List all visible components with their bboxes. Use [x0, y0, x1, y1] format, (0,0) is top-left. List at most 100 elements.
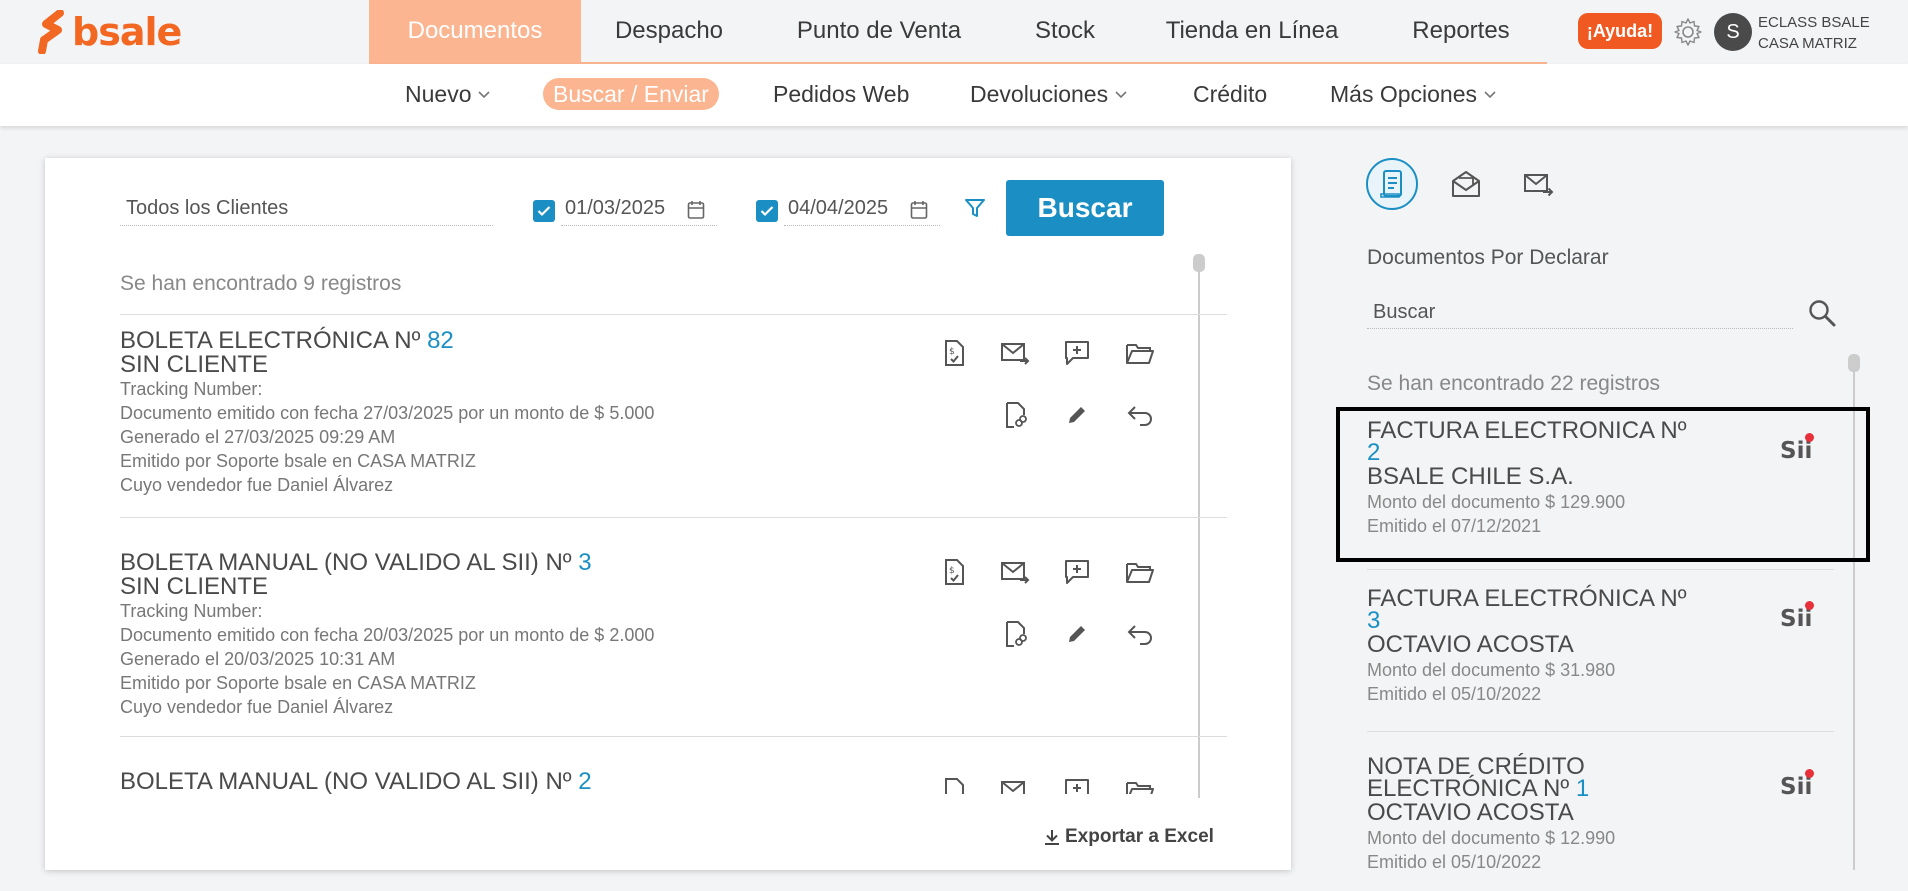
right-document-date: Emitido el 05/10/2022 — [1367, 684, 1542, 704]
download-icon — [1045, 830, 1059, 845]
sii-status-icon[interactable]: Sii — [1780, 606, 1812, 632]
main-nav-reportes[interactable]: Reportes — [1375, 0, 1547, 62]
user-account-name[interactable]: ECLASS BSALE CASA MATRIZ — [1758, 12, 1870, 54]
calendar-icon[interactable] — [687, 200, 705, 220]
selection-highlight — [1336, 407, 1870, 562]
client-filter-field[interactable]: Todos los Clientes — [120, 192, 493, 226]
date-from-value: 01/03/2025 — [565, 197, 666, 219]
tab-documentos-por-declarar[interactable] — [1366, 158, 1418, 210]
sii-status-icon[interactable]: Sii — [1780, 774, 1812, 800]
date-to-field[interactable]: 04/04/2025 — [784, 192, 940, 226]
list-item[interactable]: BOLETA MANUAL (NO VALIDO AL SII) Nº 3 SI… — [120, 517, 1227, 737]
add-comment-icon[interactable] — [1061, 556, 1093, 588]
bsale-logo[interactable]: bsale — [38, 10, 182, 54]
date-to-value: 04/04/2025 — [788, 197, 889, 219]
main-nav-documentos[interactable]: Documentos — [369, 0, 581, 62]
main-nav: Documentos Despacho Punto de Venta Stock… — [369, 0, 1547, 64]
sub-nav: Nuevo Buscar / Enviar Pedidos Web Devolu… — [0, 64, 1908, 126]
date-from-checkbox[interactable] — [533, 200, 555, 222]
send-email-icon[interactable] — [999, 775, 1031, 794]
results-list: BOLETA ELECTRÓNICA Nº 82 SIN CLIENTE Tra… — [120, 314, 1227, 794]
undo-return-icon[interactable] — [1124, 618, 1156, 650]
main-nav-punto-de-venta[interactable]: Punto de Venta — [757, 0, 1001, 62]
add-comment-icon[interactable] — [1061, 775, 1093, 794]
export-excel-label: Exportar a Excel — [1065, 826, 1214, 847]
right-panel-title: Documentos Por Declarar — [1367, 246, 1609, 269]
document-number[interactable]: 82 — [427, 327, 454, 354]
document-link-icon[interactable] — [999, 618, 1031, 650]
subnav-nuevo-label: Nuevo — [405, 80, 472, 107]
right-document-number[interactable]: 1 — [1576, 775, 1589, 802]
list-item[interactable]: FACTURA ELECTRÓNICA Nº 3 OCTAVIO ACOSTA … — [1367, 585, 1834, 706]
tab-sent-mail[interactable] — [1512, 158, 1564, 210]
subnav-devoluciones[interactable]: Devoluciones — [970, 78, 1128, 110]
document-receipt-icon[interactable]: $ — [938, 337, 970, 369]
edit-pencil-icon[interactable] — [1061, 618, 1093, 650]
list-item[interactable]: BOLETA ELECTRÓNICA Nº 82 SIN CLIENTE Tra… — [120, 314, 1227, 514]
right-document-date: Emitido el 05/10/2022 — [1367, 852, 1542, 872]
subnav-devoluciones-label: Devoluciones — [970, 80, 1109, 107]
bsale-logo-icon — [38, 10, 64, 54]
right-document-amount: Monto del documento $ 12.990 — [1367, 828, 1616, 848]
results-scroll-thumb[interactable] — [1193, 254, 1205, 272]
calendar-icon[interactable] — [910, 200, 928, 220]
subnav-buscar-enviar[interactable]: Buscar / Enviar — [543, 78, 719, 110]
subnav-nuevo[interactable]: Nuevo — [405, 78, 491, 110]
open-folder-icon[interactable] — [1124, 556, 1156, 588]
right-document-client: OCTAVIO ACOSTA — [1367, 799, 1574, 826]
send-email-icon — [1524, 174, 1554, 197]
user-branch: CASA MATRIZ — [1758, 35, 1857, 52]
main-nav-despacho[interactable]: Despacho — [581, 0, 757, 62]
right-results-count: Se han encontrado 22 registros — [1367, 372, 1661, 395]
document-number[interactable]: 2 — [578, 768, 591, 794]
right-document-title: FACTURA ELECTRÓNICA Nº — [1367, 585, 1687, 612]
list-item[interactable]: BOLETA MANUAL (NO VALIDO AL SII) Nº 2 — [120, 736, 1227, 794]
list-item[interactable]: NOTA DE CRÉDITO ELECTRÓNICA Nº 1 OCTAVIO… — [1367, 755, 1834, 872]
subnav-pedidos-web[interactable]: Pedidos Web — [773, 78, 909, 110]
documents-search-card: Todos los Clientes 01/03/2025 04/04/2025… — [45, 158, 1291, 870]
right-document-number[interactable]: 3 — [1367, 609, 1834, 633]
help-button[interactable]: ¡Ayuda! — [1578, 13, 1662, 49]
subnav-credito[interactable]: Crédito — [1193, 78, 1267, 110]
document-issued-by: Emitido por Soporte bsale en CASA MATRIZ — [120, 451, 476, 471]
logo-text: bsale — [72, 10, 182, 54]
export-excel-button[interactable]: Exportar a Excel — [1042, 826, 1214, 848]
right-search-placeholder: Buscar — [1373, 301, 1436, 323]
document-receipt-icon[interactable]: $ — [938, 556, 970, 588]
search-icon[interactable] — [1807, 298, 1837, 328]
main-nav-tienda-en-linea[interactable]: Tienda en Línea — [1129, 0, 1375, 62]
top-bar: bsale Documentos Despacho Punto de Venta… — [0, 0, 1908, 64]
document-number[interactable]: 3 — [578, 549, 591, 576]
filter-funnel-icon[interactable] — [963, 196, 987, 220]
add-comment-icon[interactable] — [1061, 337, 1093, 369]
right-document-amount: Monto del documento $ 31.980 — [1367, 660, 1616, 680]
open-folder-icon[interactable] — [1124, 337, 1156, 369]
user-avatar[interactable]: S — [1714, 13, 1752, 51]
document-issued-by: Emitido por Soporte bsale en CASA MATRIZ — [120, 673, 476, 693]
right-search-input[interactable]: Buscar — [1367, 297, 1793, 329]
send-email-icon[interactable] — [999, 337, 1031, 369]
open-folder-icon[interactable] — [1124, 775, 1156, 794]
right-scroll-thumb[interactable] — [1848, 354, 1860, 372]
search-button[interactable]: Buscar — [1006, 180, 1164, 236]
sii-alert-dot — [1805, 769, 1814, 778]
list-divider — [1367, 731, 1834, 732]
chevron-down-icon — [1484, 91, 1496, 99]
document-generated: Generado el 20/03/2025 10:31 AM — [120, 649, 396, 669]
main-nav-stock[interactable]: Stock — [1001, 0, 1129, 62]
chevron-down-icon — [478, 91, 491, 99]
right-document-client: OCTAVIO ACOSTA — [1367, 631, 1574, 658]
date-to-checkbox[interactable] — [756, 200, 778, 222]
chevron-down-icon — [1115, 91, 1127, 99]
edit-pencil-icon[interactable] — [1061, 399, 1093, 431]
undo-return-icon[interactable] — [1124, 399, 1156, 431]
settings-gear-icon[interactable] — [1672, 16, 1704, 48]
subnav-mas-opciones[interactable]: Más Opciones — [1330, 78, 1497, 110]
document-list-icon — [1380, 170, 1402, 198]
date-from-field[interactable]: 01/03/2025 — [561, 192, 717, 226]
tab-received-mail[interactable] — [1440, 158, 1492, 210]
document-link-icon[interactable] — [999, 399, 1031, 431]
document-receipt-icon[interactable] — [938, 775, 970, 794]
send-email-icon[interactable] — [999, 556, 1031, 588]
open-envelope-icon — [1452, 171, 1480, 197]
